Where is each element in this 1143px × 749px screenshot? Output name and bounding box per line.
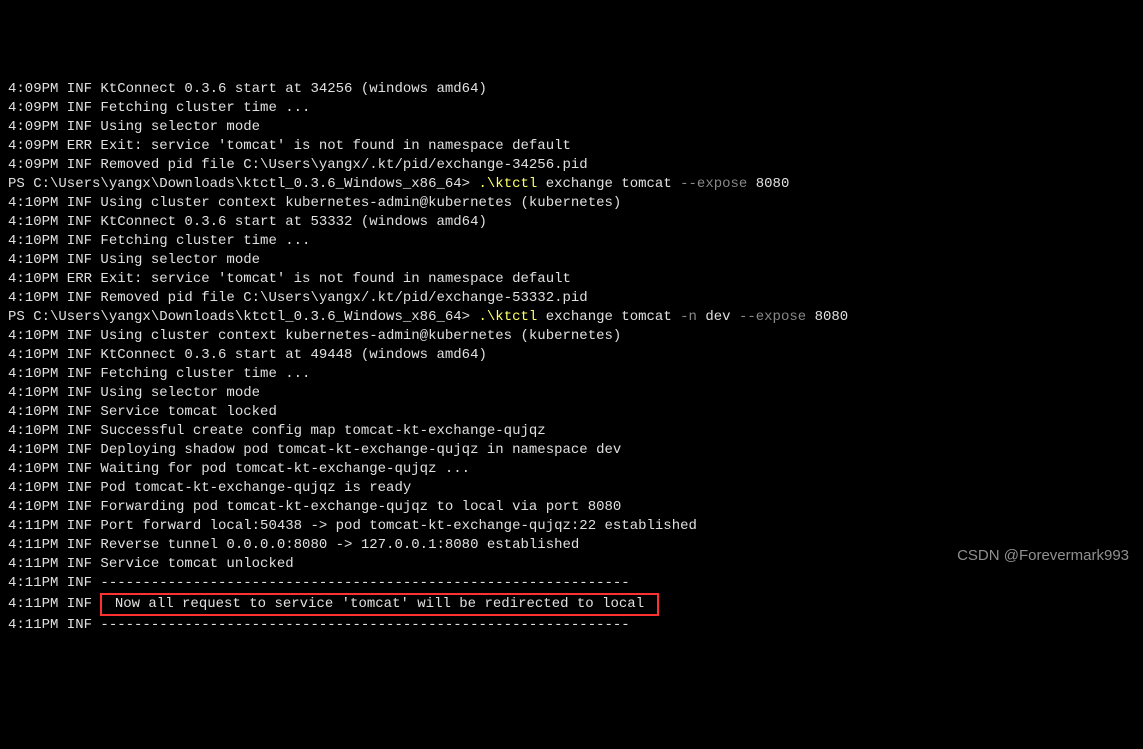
terminal-line: 4:11PM INF -----------------------------… <box>8 574 1135 593</box>
terminal-line: 4:10PM INF Fetching cluster time ... <box>8 365 1135 384</box>
terminal-line: 4:10PM INF KtConnect 0.3.6 start at 5333… <box>8 213 1135 232</box>
terminal-line: 4:10PM INF Using selector mode <box>8 251 1135 270</box>
terminal-line: 4:10PM INF Pod tomcat-kt-exchange-qujqz … <box>8 479 1135 498</box>
terminal-line: 4:11PM INF Now all request to service 't… <box>8 593 1135 616</box>
terminal-line: 4:10PM INF Using cluster context kuberne… <box>8 327 1135 346</box>
terminal-line: 4:10PM INF Fetching cluster time ... <box>8 232 1135 251</box>
terminal-line: 4:09PM INF Fetching cluster time ... <box>8 99 1135 118</box>
terminal-line: 4:10PM INF Using selector mode <box>8 384 1135 403</box>
terminal-line: 4:09PM INF Removed pid file C:\Users\yan… <box>8 156 1135 175</box>
command-exec: .\ktctl <box>478 309 537 325</box>
watermark: CSDN @Forevermark993 <box>957 546 1129 565</box>
terminal-line: 4:09PM INF KtConnect 0.3.6 start at 3425… <box>8 80 1135 99</box>
terminal-line: PS C:\Users\yangx\Downloads\ktctl_0.3.6_… <box>8 308 1135 327</box>
terminal-line: 4:10PM ERR Exit: service 'tomcat' is not… <box>8 270 1135 289</box>
terminal-line: PS C:\Users\yangx\Downloads\ktctl_0.3.6_… <box>8 175 1135 194</box>
terminal-line: 4:10PM INF Forwarding pod tomcat-kt-exch… <box>8 498 1135 517</box>
command-flag: -n <box>680 309 697 325</box>
command-flag: --expose <box>680 176 747 192</box>
terminal-line: 4:10PM INF Waiting for pod tomcat-kt-exc… <box>8 460 1135 479</box>
terminal-line: 4:10PM INF Successful create config map … <box>8 422 1135 441</box>
terminal-line: 4:09PM INF Using selector mode <box>8 118 1135 137</box>
terminal-line: 4:10PM INF KtConnect 0.3.6 start at 4944… <box>8 346 1135 365</box>
terminal-line: 4:10PM INF Service tomcat locked <box>8 403 1135 422</box>
highlight-box: Now all request to service 'tomcat' will… <box>100 593 658 616</box>
terminal-line: 4:10PM INF Deploying shadow pod tomcat-k… <box>8 441 1135 460</box>
terminal-line: 4:09PM ERR Exit: service 'tomcat' is not… <box>8 137 1135 156</box>
command-flag: --expose <box>739 309 806 325</box>
terminal-line: 4:11PM INF Port forward local:50438 -> p… <box>8 517 1135 536</box>
terminal-line: 4:10PM INF Removed pid file C:\Users\yan… <box>8 289 1135 308</box>
terminal-line: 4:10PM INF Using cluster context kuberne… <box>8 194 1135 213</box>
command-exec: .\ktctl <box>478 176 537 192</box>
terminal-line: 4:11PM INF -----------------------------… <box>8 616 1135 635</box>
